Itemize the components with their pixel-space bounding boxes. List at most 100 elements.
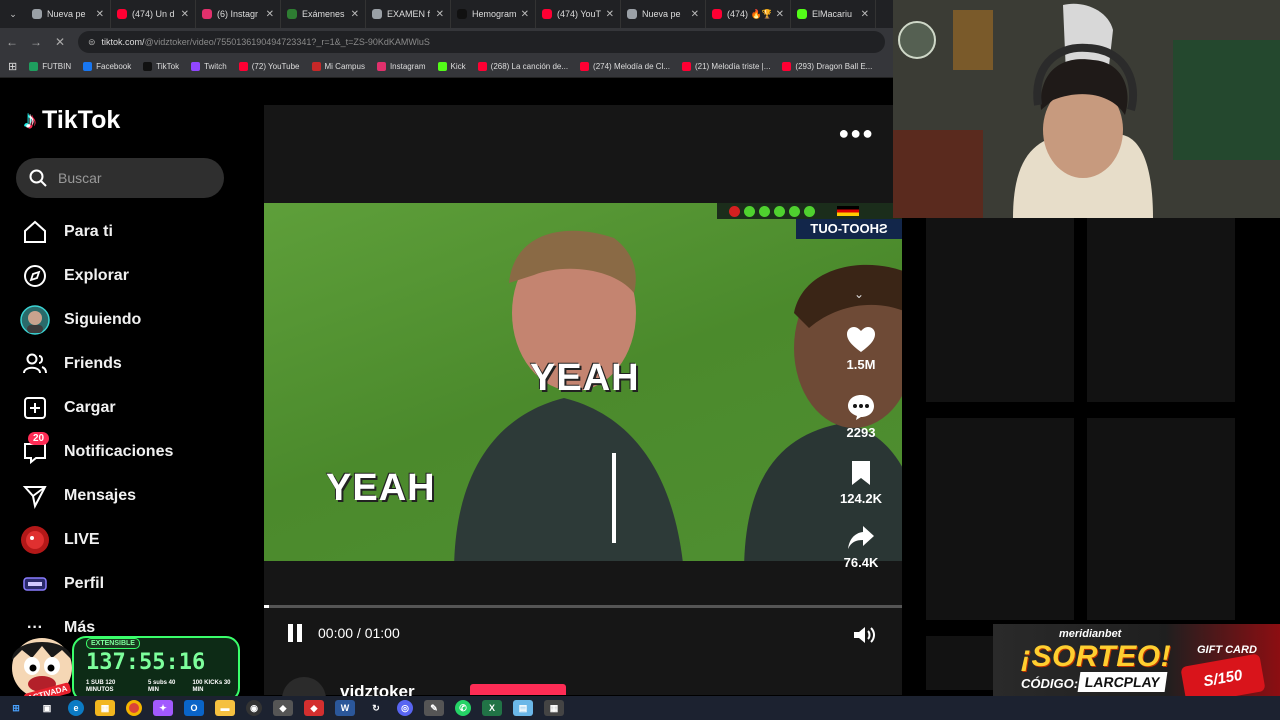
nav-item-para-ti[interactable]: Para ti (20, 210, 173, 254)
pause-icon[interactable] (286, 623, 304, 643)
close-icon[interactable]: ✕ (351, 9, 359, 20)
nav-item-live[interactable]: LIVE (20, 518, 173, 562)
browser-tab[interactable]: (474) YouT ✕ (536, 0, 621, 28)
video-thumbnail[interactable] (1087, 418, 1235, 620)
word-icon[interactable]: W (335, 700, 355, 716)
close-icon[interactable]: ✕ (181, 9, 189, 20)
task-view-icon[interactable]: ▣ (37, 700, 57, 716)
close-icon[interactable]: ✕ (691, 9, 699, 20)
close-icon[interactable]: ✕ (436, 9, 444, 20)
store-icon[interactable]: ▦ (95, 700, 115, 716)
bookmark-item[interactable]: FUTBIN (29, 62, 71, 71)
bookmark-item[interactable]: (293) Dragon Ball E... (782, 62, 872, 71)
figma-icon[interactable]: ✦ (153, 700, 173, 716)
tab-favicon (542, 9, 552, 19)
tab-search-icon[interactable]: ⌄ (0, 9, 26, 20)
recommendation-grid (902, 218, 1280, 690)
nav-item-notificaciones[interactable]: 20 Notificaciones (20, 430, 173, 474)
browser-tab[interactable]: Nueva pe ✕ (26, 0, 111, 28)
save-button[interactable]: 124.2K (840, 459, 882, 525)
comment-button[interactable]: 2293 (847, 393, 875, 459)
close-icon[interactable]: ✕ (776, 9, 784, 20)
game-icon[interactable]: ◆ (273, 700, 293, 716)
whatsapp-icon[interactable]: ✆ (455, 700, 471, 716)
site-info-icon[interactable]: ⊜ (88, 37, 96, 48)
browser-tab[interactable]: Exámenes ✕ (281, 0, 366, 28)
file-explorer-icon[interactable]: ▬ (215, 700, 235, 716)
nav-item-perfil[interactable]: Perfil (20, 562, 173, 606)
forward-icon[interactable]: → (24, 35, 48, 49)
back-icon[interactable]: ← (0, 35, 24, 49)
bookmark-item[interactable]: Instagram (376, 62, 426, 71)
video-frame[interactable]: SHOOT-OUT ⌄ YEAH YEAH (264, 203, 902, 561)
reload-icon[interactable]: ✕ (48, 35, 72, 49)
browser-tab[interactable]: Nueva pe ✕ (621, 0, 706, 28)
tiktok-logo[interactable]: ♪ TikTok (24, 106, 120, 135)
search-box[interactable] (16, 158, 224, 198)
nav-label: Friends (64, 355, 122, 372)
action-bar: 1.5M 2293 124.2K 76.4K (824, 327, 898, 591)
notification-badge: 20 (28, 432, 50, 445)
video-thumbnail[interactable] (926, 418, 1074, 620)
chrome-icon[interactable] (126, 700, 142, 716)
share-button[interactable]: 76.4K (844, 525, 878, 591)
close-icon[interactable]: ✕ (96, 9, 104, 20)
edge-icon[interactable]: e (68, 700, 84, 716)
url-field[interactable]: ⊜ tiktok.com/@vidztoker/video/7550136190… (78, 31, 885, 53)
bookmark-item[interactable]: TikTok (143, 62, 179, 71)
like-button[interactable]: 1.5M (847, 327, 875, 393)
video-thumbnail[interactable] (1087, 218, 1235, 402)
browser-tab[interactable]: (474) 🔥🏆 ✕ (706, 0, 791, 28)
bookmark-item[interactable]: (21) Melodía triste |... (681, 62, 770, 71)
volume-icon[interactable] (852, 625, 876, 645)
url-host: tiktok.com/ (101, 37, 145, 47)
germany-flag-icon (837, 206, 859, 216)
bookmark-item[interactable]: Kick (437, 62, 466, 71)
bookmark-item[interactable]: (274) Melodía de Cl... (580, 62, 670, 71)
app-red-icon[interactable]: ◆ (304, 700, 324, 716)
nav-item-mensajes[interactable]: Mensajes (20, 474, 173, 518)
browser-tab[interactable]: (6) Instagr ✕ (196, 0, 281, 28)
browser-tab[interactable]: Hemogram ✕ (451, 0, 536, 28)
score-dot (789, 205, 800, 217)
nav-item-cargar[interactable]: Cargar (20, 386, 173, 430)
search-input[interactable] (58, 170, 208, 186)
obs-icon[interactable]: ◉ (246, 700, 262, 716)
nav-item-friends[interactable]: Friends (20, 342, 173, 386)
bookmark-label: Kick (450, 62, 466, 71)
tiktok-note-icon: ♪ (24, 106, 36, 134)
nav-item-siguiendo[interactable]: Siguiendo (20, 298, 173, 342)
close-icon[interactable]: ✕ (521, 9, 529, 20)
app-arrow-icon[interactable]: ↻ (366, 700, 386, 716)
bookmark-item[interactable]: Mi Campus (311, 62, 365, 71)
tab-label: (474) YouT (557, 9, 601, 19)
video-progress-bar[interactable] (264, 605, 902, 608)
close-icon[interactable]: ✕ (266, 9, 274, 20)
video-thumbnail[interactable] (926, 218, 1074, 402)
tab-favicon (32, 9, 42, 19)
outlook-icon[interactable]: O (184, 700, 204, 716)
close-icon[interactable]: ✕ (861, 9, 869, 20)
nav-label: Siguiendo (64, 311, 142, 328)
bookmark-item[interactable]: (268) La canción de... (477, 62, 568, 71)
tab-favicon (712, 9, 722, 19)
browser-tab[interactable]: ElMacariu ✕ (791, 0, 876, 28)
app-feather-icon[interactable]: ✎ (424, 700, 444, 716)
bookmark-item[interactable]: (72) YouTube (238, 62, 300, 71)
bookmark-item[interactable]: Twitch (191, 62, 227, 71)
tab-favicon (202, 9, 212, 19)
notes-icon[interactable]: ▤ (513, 700, 533, 716)
nav-item-explorar[interactable]: Explorar (20, 254, 173, 298)
bookmark-item[interactable]: Facebook (83, 62, 131, 71)
discord-icon[interactable]: ◎ (397, 700, 413, 716)
browser-tab[interactable]: EXAMEN f ✕ (366, 0, 451, 28)
windows-start-icon[interactable]: ⊞ (6, 700, 26, 716)
excel-icon[interactable]: X (482, 700, 502, 716)
browser-tab[interactable]: (474) Un d ✕ (111, 0, 196, 28)
close-icon[interactable]: ✕ (606, 9, 614, 20)
calculator-icon[interactable]: ▦ (544, 700, 564, 716)
more-options-icon[interactable]: ●●● (838, 123, 874, 144)
apps-grid-icon[interactable]: ⊞ (8, 60, 17, 73)
follow-button[interactable] (470, 684, 566, 695)
chevron-down-icon[interactable]: ⌄ (854, 287, 864, 301)
